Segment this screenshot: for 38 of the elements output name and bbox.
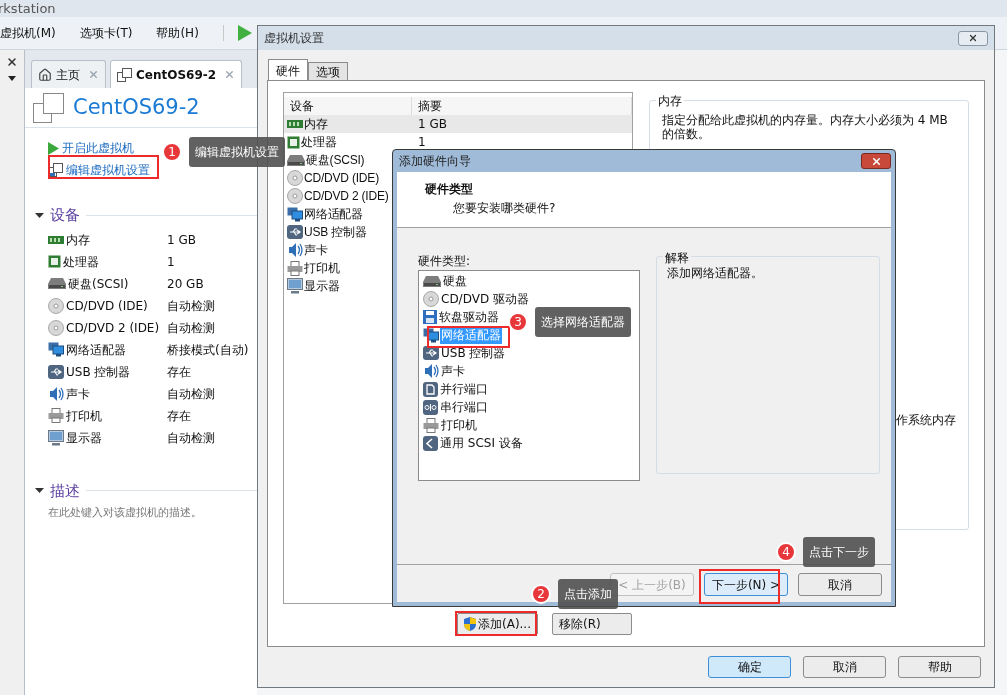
device-value: 自动检测 (167, 297, 215, 315)
callout-tooltip: 编辑虚拟机设置 (189, 137, 285, 167)
list-label: 硬件类型: (418, 253, 472, 270)
device-name: CD/DVD (IDE) (66, 297, 148, 315)
device-name: 处理器 (63, 253, 99, 271)
callout-tooltip: 点击下一步 (803, 537, 875, 567)
device-value: 自动检测 (167, 429, 215, 447)
dialog-title: 添加硬件向导 (399, 153, 471, 170)
vm-name-heading: CentOS69-2 (73, 93, 200, 121)
device-value: 存在 (167, 407, 191, 425)
device-name: CD/DVD 2 (IDE) (66, 319, 160, 337)
memory-description: 指定分配给此虚拟机的内存量。内存大小必须为 4 MB 的倍数。 (662, 113, 949, 141)
device-name: 打印机 (66, 407, 102, 425)
explanation-text: 添加网络适配器。 (667, 266, 763, 280)
device-name: 显示器 (66, 429, 102, 447)
memory-text-fragment: 作系统内存 (896, 412, 956, 429)
section-heading: 设备 (50, 205, 80, 226)
wizard-subheading: 您要安装哪类硬件? (452, 200, 557, 217)
callout-tooltip: 选择网络适配器 (535, 307, 631, 337)
group-title: 解释 (663, 249, 691, 267)
device-value: 1 (167, 253, 175, 271)
section-heading: 描述 (50, 480, 80, 502)
device-name: 内存 (66, 231, 90, 249)
dialog-title: 虚拟机设置 (264, 30, 324, 47)
device-name: USB 控制器 (66, 363, 131, 381)
callout-tooltip: 点击添加 (558, 579, 618, 609)
device-value: 桥接模式(自动) (167, 341, 249, 359)
device-name: 网络适配器 (66, 341, 126, 359)
device-name: 硬盘(SCSI) (68, 275, 129, 293)
window-title: rkstation (0, 0, 56, 18)
device-value: 自动检测 (167, 319, 215, 337)
device-name: 声卡 (66, 385, 90, 403)
device-value: 存在 (167, 363, 191, 381)
group-title: 内存 (656, 92, 684, 110)
device-value: 20 GB (167, 275, 204, 293)
wizard-heading: 硬件类型 (425, 181, 474, 198)
device-value: 1 GB (167, 231, 196, 249)
device-value: 自动检测 (167, 385, 215, 403)
